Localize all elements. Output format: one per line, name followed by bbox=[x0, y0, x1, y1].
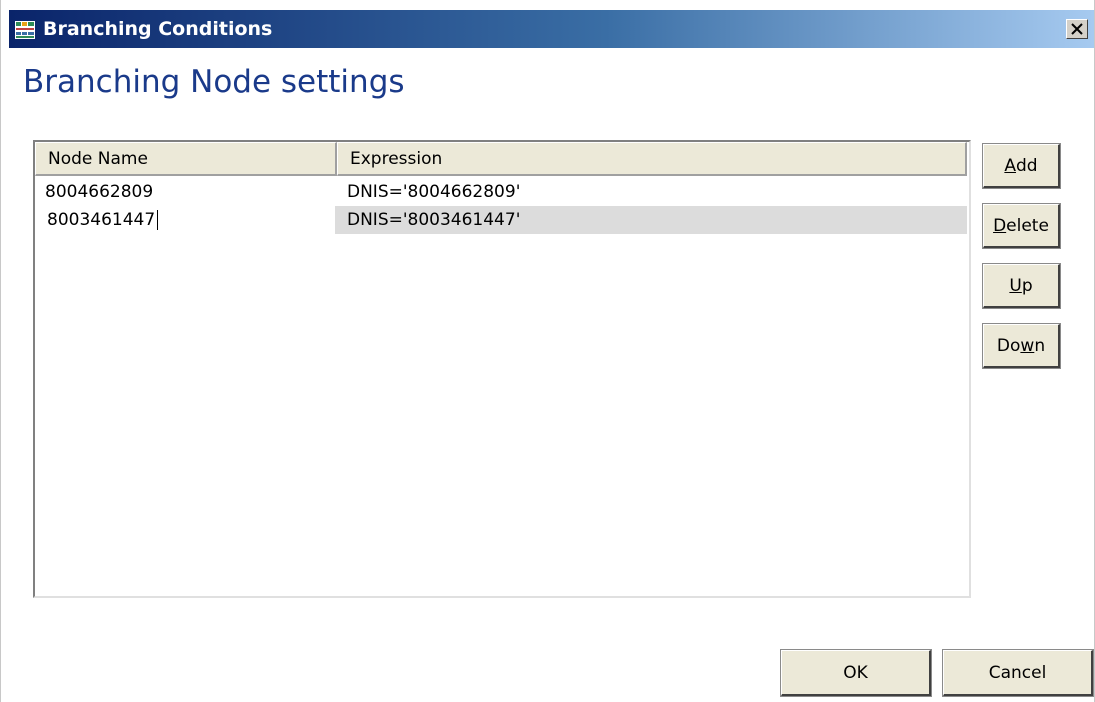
node-name-cell[interactable]: 8004662809 bbox=[45, 178, 153, 206]
delete-button[interactable]: Delete bbox=[982, 203, 1061, 249]
expression-cell[interactable]: DNIS='8004662809' bbox=[347, 178, 520, 206]
up-button-suffix: p bbox=[1021, 275, 1033, 296]
cancel-button[interactable]: Cancel bbox=[942, 649, 1094, 697]
column-header-node-name[interactable]: Node Name bbox=[35, 142, 337, 176]
column-header-expression[interactable]: Expression bbox=[337, 142, 967, 176]
dialog-window: Branching Conditions Branching Node sett… bbox=[0, 0, 1095, 702]
ok-button[interactable]: OK bbox=[780, 649, 932, 697]
app-grid-icon bbox=[15, 21, 35, 39]
expression-cell-selected[interactable]: DNIS='8003461447' bbox=[335, 206, 967, 234]
down-button-prefix: Do bbox=[996, 335, 1021, 356]
close-icon bbox=[1071, 20, 1083, 39]
page-title: Branching Node settings bbox=[23, 64, 405, 100]
delete-button-suffix: elete bbox=[1006, 215, 1049, 236]
node-name-edit-field[interactable]: 8003461447 bbox=[47, 206, 159, 234]
list-header: Node Name Expression bbox=[35, 142, 967, 176]
table-row[interactable]: 8004662809 DNIS='8004662809' bbox=[35, 178, 967, 206]
node-name-edit-value: 8003461447 bbox=[47, 210, 156, 230]
up-button-mnemonic: U bbox=[1009, 275, 1022, 296]
down-button-mnemonic: w bbox=[1020, 335, 1035, 356]
window-title: Branching Conditions bbox=[43, 18, 273, 40]
add-button[interactable]: Add bbox=[982, 143, 1061, 189]
branching-nodes-list[interactable]: Node Name Expression 8004662809 DNIS='80… bbox=[33, 140, 971, 598]
close-button[interactable] bbox=[1066, 19, 1088, 39]
add-button-suffix: dd bbox=[1016, 155, 1038, 176]
text-caret bbox=[157, 210, 159, 230]
table-row[interactable]: 8003461447 DNIS='8003461447' bbox=[35, 206, 967, 234]
delete-button-mnemonic: D bbox=[993, 215, 1007, 236]
down-button-suffix: n bbox=[1034, 335, 1046, 356]
down-button[interactable]: Do w n bbox=[982, 323, 1061, 369]
add-button-mnemonic: A bbox=[1004, 155, 1017, 176]
up-button[interactable]: Up bbox=[982, 263, 1061, 309]
title-bar[interactable]: Branching Conditions bbox=[9, 10, 1094, 48]
